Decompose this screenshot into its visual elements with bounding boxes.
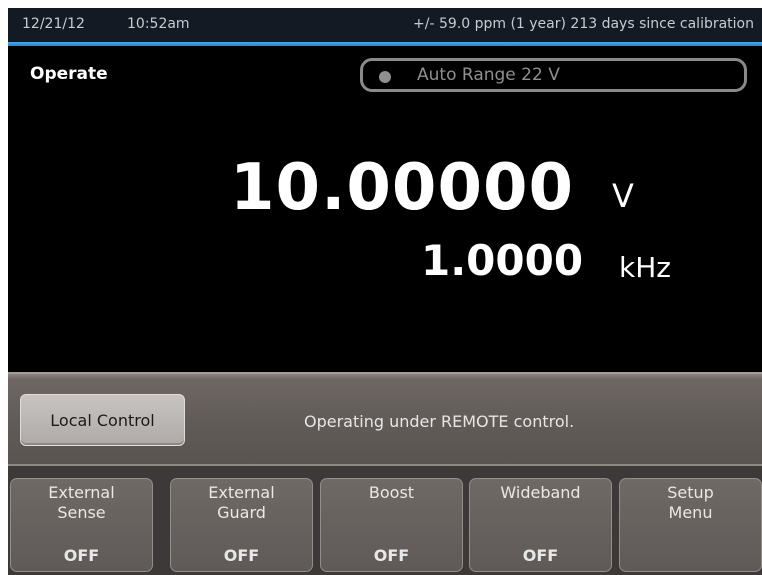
setup-menu-softkey[interactable]: Setup Menu [619,478,762,572]
boost-softkey[interactable]: Boost OFF [320,478,463,572]
calibration-status: +/- 59.0 ppm (1 year) 213 days since cal… [413,16,754,32]
softkey-state: OFF [223,546,260,565]
mode-label: Operate [30,64,108,84]
output-unit: V [612,177,634,215]
remote-message: Operating under REMOTE control. [304,412,575,431]
external-guard-softkey[interactable]: External Guard OFF [170,478,313,572]
external-sense-softkey[interactable]: External Sense OFF [10,478,153,572]
status-date: 12/21/12 [22,16,85,32]
softkey-label-line1: External [208,483,275,502]
softkey-state: OFF [373,546,410,565]
softkey-label-line2: Guard [217,503,266,522]
wideband-softkey[interactable]: Wideband OFF [469,478,612,572]
status-time: 10:52am [127,16,190,32]
softkey-label-line2: Sense [57,503,106,522]
frequency-value: 1.0000 [421,236,584,285]
frequency-unit: kHz [619,251,671,284]
remote-panel: Local Control Operating under REMOTE con… [8,372,762,464]
softkey-state: OFF [522,546,559,565]
local-control-button[interactable]: Local Control [20,394,185,446]
range-label: Auto Range 22 V [417,65,560,85]
softkey-state: OFF [63,546,100,565]
instrument-screen: 12/21/12 10:52am +/- 59.0 ppm (1 year) 2… [8,8,762,575]
softkey-label-line1: Setup [667,483,714,502]
status-dot-icon [379,71,391,83]
auto-range-indicator[interactable]: Auto Range 22 V [360,58,747,92]
output-value: 10.00000 [230,151,575,225]
softkey-label-line1: External [48,483,115,502]
status-accent-line [8,42,762,46]
softkey-bar: External Sense OFF External Guard OFF Bo… [8,464,762,575]
softkey-label-line1: Boost [368,483,415,502]
softkey-label-line2: Menu [668,503,713,522]
status-bar: 12/21/12 10:52am +/- 59.0 ppm (1 year) 2… [8,8,762,42]
softkey-label-line1: Wideband [500,483,581,502]
